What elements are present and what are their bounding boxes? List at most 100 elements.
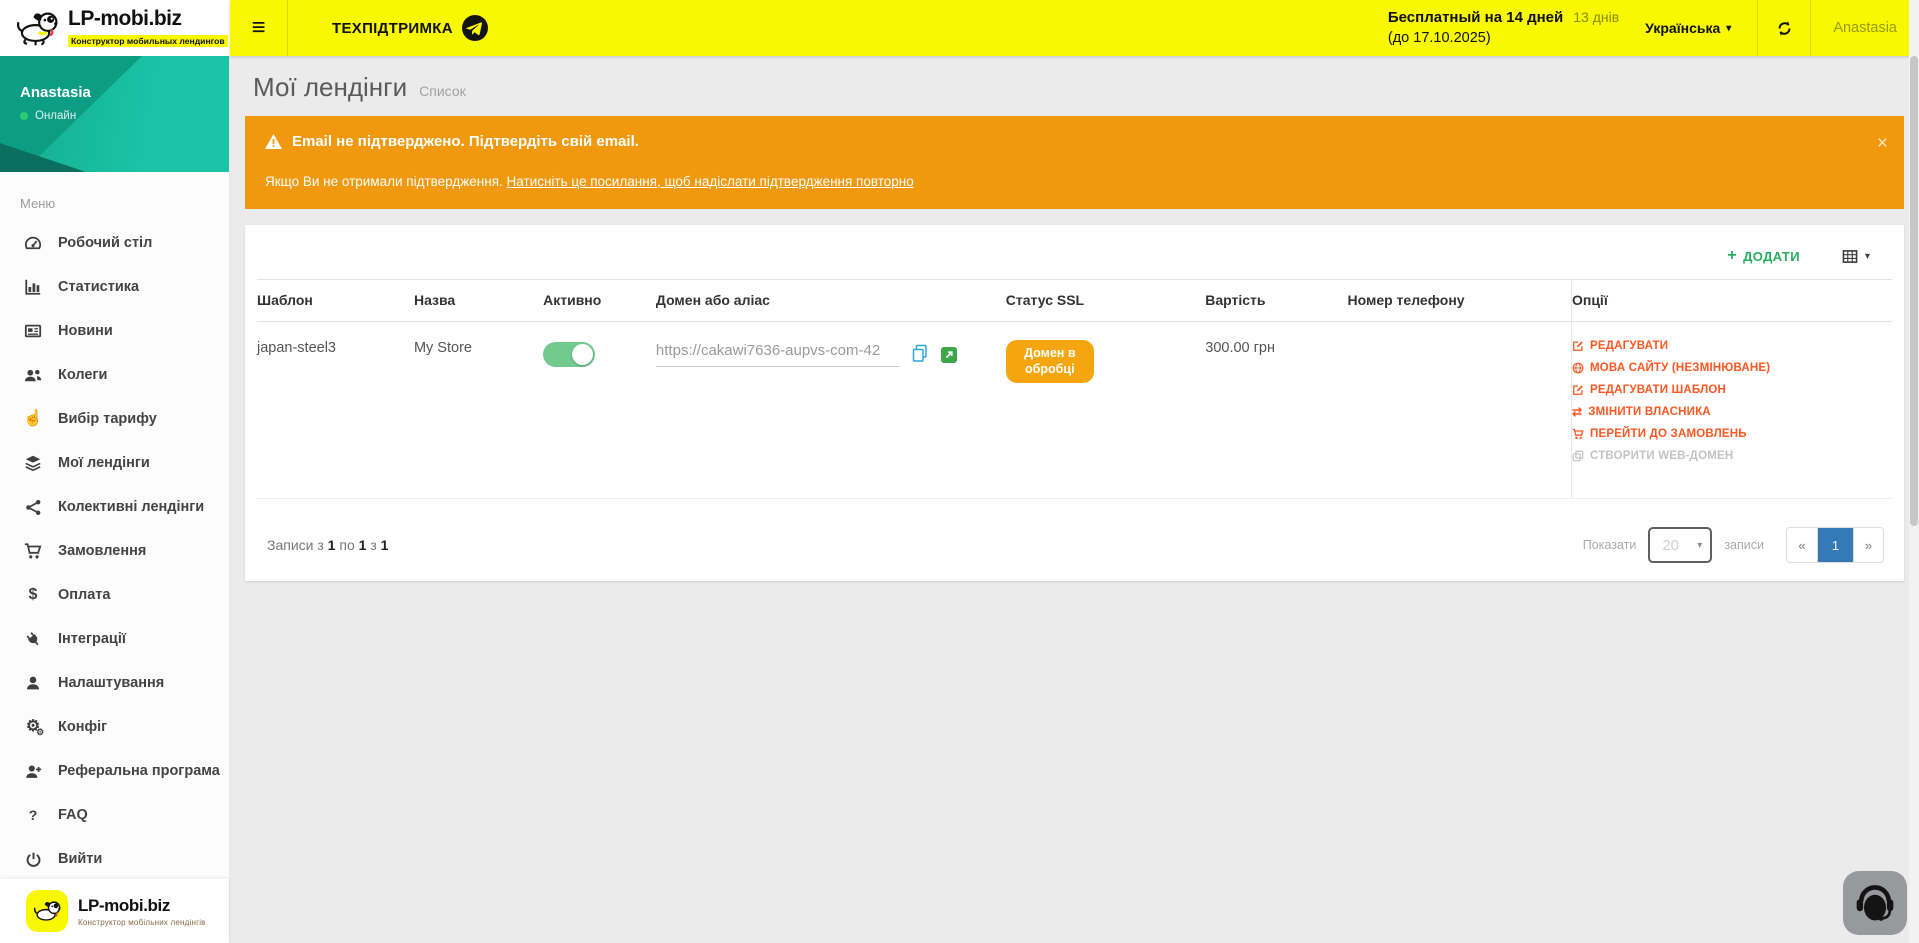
chevron-down-icon: ▾ [1726,23,1731,34]
ssl-status-badge: Домен в обробці [1006,340,1094,383]
cell-phone [1348,322,1572,499]
dog-logo-icon [26,890,68,932]
sidebar-item-referral[interactable]: Реферальна програма [0,749,229,793]
chevron-down-icon: ▾ [1697,540,1702,551]
trial-until-date: (до 17.10.2025) [1388,28,1619,49]
refresh-button[interactable] [1758,0,1810,56]
support-link[interactable]: ТЕХПІДТРИМКА [288,0,532,56]
settings-icon [21,675,45,691]
hamburger-icon: ≡ [251,14,265,42]
scrollbar-thumb[interactable] [1910,56,1918,526]
domain-input[interactable] [656,340,899,367]
footer-brand-name: LP-mobi.biz [78,896,206,916]
option-change-owner[interactable]: ⇄ ЗМІНИТИ ВЛАСНИКА [1572,406,1884,418]
support-chat-widget[interactable] [1843,871,1907,935]
sidebar-item-settings[interactable]: Налаштування [0,661,229,705]
page-size-select[interactable]: 20 ▾ [1648,527,1712,563]
topbar-username[interactable]: Anastasia [1811,0,1919,56]
sidebar-item-statistics[interactable]: Статистика [0,265,229,309]
pagination-page-1[interactable]: 1 [1817,528,1853,562]
sidebar-item-config[interactable]: ⚙⚙ Конфіг [0,705,229,749]
sidebar-item-collective-landings[interactable]: Колективні лендінги [0,485,229,529]
headset-icon [1853,881,1897,925]
alert-title: Email не підтверджено. Підтвердіть свій … [292,133,639,150]
edit-icon [1572,384,1584,396]
landings-card: + ДОДАТИ ▾ Шаблон Назва Активно Дом [245,225,1904,581]
sidebar-item-payment[interactable]: $ Оплата [0,573,229,617]
faq-icon: ? [21,808,45,822]
language-selector[interactable]: Українська ▾ [1619,0,1757,56]
pagination-next-button[interactable]: » [1853,528,1883,562]
option-create-web-domain: СТВОРИТИ WEB-ДОМЕН [1572,450,1884,462]
copy-icon[interactable] [911,344,929,367]
col-header-price: Вартість [1205,280,1347,322]
payment-icon: $ [21,587,45,603]
scrollbar[interactable] [1909,0,1919,943]
active-toggle[interactable] [543,342,595,367]
table-row: japan-steel3 My Store [257,322,1892,499]
option-edit-template[interactable]: РЕДАГУВАТИ ШАБЛОН [1572,384,1884,396]
transfer-icon: ⇄ [1572,406,1582,418]
colleagues-icon [21,366,45,384]
tariff-icon: ☝ [21,411,45,427]
cell-domain [656,322,1006,499]
alert-body-text: Якщо Ви не отримали підтвердження. [265,174,503,189]
orders-icon [21,542,45,560]
language-label: Українська [1645,20,1720,36]
sidebar: Anastasia Онлайн Меню Робочий стіл Стати… [0,56,230,943]
sidebar-item-dashboard[interactable]: Робочий стіл [0,221,229,265]
cell-options: РЕДАГУВАТИ МОВА САЙТУ (НЕЗМІНЮВАНЕ) РЕДА… [1571,322,1892,499]
my-landings-icon [21,454,45,472]
config-icon: ⚙⚙ [21,719,45,735]
page-title: Мої лендінги [253,72,407,103]
resend-confirmation-link[interactable]: Натисніть це посилання, щоб надіслати пі… [507,174,914,189]
sidebar-item-integrations[interactable]: Інтеграції [0,617,229,661]
cart-icon [1572,428,1584,440]
sidebar-footer-logo[interactable]: LP-mobi.biz Конструктор мобільних лендін… [0,879,229,943]
news-icon [21,322,45,340]
sidebar-item-tariff[interactable]: ☝ Вибір тарифу [0,397,229,441]
option-site-language[interactable]: МОВА САЙТУ (НЕЗМІНЮВАНЕ) [1572,362,1884,374]
support-label: ТЕХПІДТРИМКА [332,20,453,37]
email-alert-banner: Email не підтверджено. Підтвердіть свій … [245,116,1904,209]
table-header-row: Шаблон Назва Активно Домен або аліас Ста… [257,280,1892,322]
language-icon [1572,362,1584,374]
pagination-prev-button[interactable]: « [1787,528,1817,562]
sidebar-item-colleagues[interactable]: Колеги [0,353,229,397]
logout-icon [21,851,45,868]
columns-view-dropdown[interactable]: ▾ [1842,249,1870,264]
grid-icon [1842,249,1858,264]
close-icon[interactable]: × [1877,134,1888,153]
add-landing-button[interactable]: + ДОДАТИ [1727,247,1800,265]
integrations-icon [21,631,45,648]
collective-landings-icon [21,499,45,516]
pagination: « 1 » [1786,527,1884,563]
option-go-to-orders[interactable]: ПЕРЕЙТИ ДО ЗАМОВЛЕНЬ [1572,428,1884,440]
brand-tagline: Конструктор мобильных лендингов [68,35,228,47]
main-content: Мої лендінги Список Email не підтверджен… [230,56,1919,943]
sidebar-item-logout[interactable]: Вийти [0,837,229,881]
chevron-down-icon: ▾ [1865,251,1870,262]
sidebar-item-orders[interactable]: Замовлення [0,529,229,573]
sidebar-item-news[interactable]: Новини [0,309,229,353]
dashboard-icon [21,234,45,252]
option-edit[interactable]: РЕДАГУВАТИ [1572,340,1884,352]
sidebar-item-faq[interactable]: ? FAQ [0,793,229,837]
brand-name: LP-mobi.biz [68,7,182,30]
landings-table: Шаблон Назва Активно Домен або аліас Ста… [257,279,1892,499]
sidebar-item-my-landings[interactable]: Мої лендінги [0,441,229,485]
page-size-value: 20 [1662,537,1679,554]
col-header-phone: Номер телефону [1348,280,1572,322]
cell-template: japan-steel3 [257,322,414,499]
trial-title: Бесплатный на 14 дней [1388,7,1563,29]
open-site-icon[interactable] [941,347,957,367]
profile-name: Anastasia [20,84,229,101]
statistics-icon [21,278,45,296]
topbar-yellow-strip: ≡ ТЕХПІДТРИМКА Бесплатный на 14 дней 13 … [230,0,1919,56]
card-toolbar: + ДОДАТИ ▾ [257,241,1892,279]
clone-icon [1572,450,1584,462]
edit-icon [1572,340,1584,352]
header-logo[interactable]: LP-mobi.biz Конструктор мобильных лендин… [0,0,230,56]
sidebar-toggle-button[interactable]: ≡ [230,0,288,56]
col-header-name: Назва [414,280,543,322]
